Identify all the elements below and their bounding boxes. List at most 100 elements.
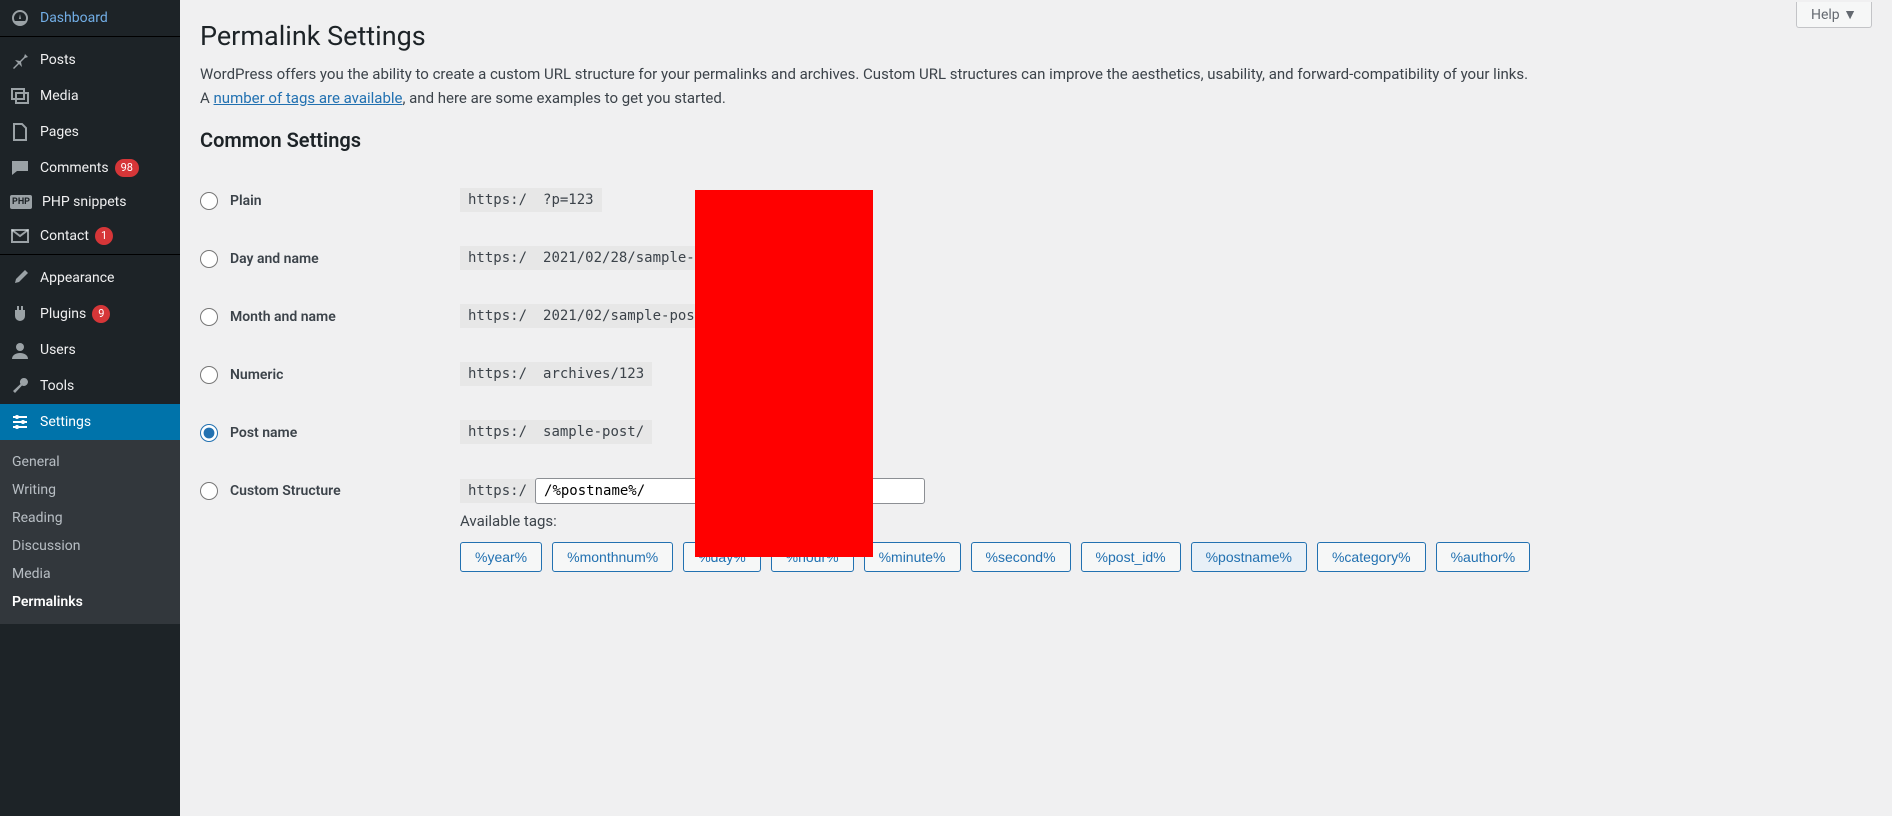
tag-author[interactable]: %author% — [1436, 542, 1531, 572]
radio-postname[interactable] — [200, 424, 218, 442]
contact-badge: 1 — [95, 227, 113, 245]
row-day-name: Day and name https:/2021/02/28/sample-po… — [200, 230, 1872, 288]
tag-second[interactable]: %second% — [971, 542, 1071, 572]
sliders-icon — [10, 412, 30, 432]
url-pre: https:/ — [460, 420, 535, 444]
sidebar-item-posts[interactable]: Posts — [0, 42, 180, 78]
page-icon — [10, 122, 30, 142]
comments-badge: 98 — [115, 159, 139, 177]
pin-icon — [10, 50, 30, 70]
url-post: archives/123 — [535, 362, 652, 386]
intro-link[interactable]: number of tags are available — [214, 89, 403, 107]
option-custom[interactable]: Custom Structure — [200, 482, 440, 500]
dashboard-icon — [10, 8, 30, 28]
sub-writing[interactable]: Writing — [0, 476, 180, 504]
row-postname: Post name https:/sample-post/ — [200, 404, 1872, 462]
tag-minute[interactable]: %minute% — [864, 542, 961, 572]
option-day-name[interactable]: Day and name — [200, 250, 440, 268]
settings-submenu: General Writing Reading Discussion Media… — [0, 440, 180, 624]
sidebar-label: Pages — [40, 124, 79, 140]
option-label: Day and name — [230, 251, 319, 267]
sidebar-label: Comments — [40, 160, 109, 176]
tag-year[interactable]: %year% — [460, 542, 542, 572]
url-pre: https:/ — [460, 246, 535, 270]
sidebar-item-media[interactable]: Media — [0, 78, 180, 114]
tag-category[interactable]: %category% — [1317, 542, 1426, 572]
option-label: Post name — [230, 425, 297, 441]
option-label: Custom Structure — [230, 483, 341, 499]
option-label: Month and name — [230, 309, 336, 325]
sidebar-label: Posts — [40, 52, 76, 68]
page-title: Permalink Settings — [200, 0, 1872, 62]
radio-custom[interactable] — [200, 482, 218, 500]
sidebar-item-settings[interactable]: Settings — [0, 404, 180, 440]
option-month-name[interactable]: Month and name — [200, 308, 440, 326]
url-post: ?p=123 — [535, 188, 602, 212]
plug-icon — [10, 304, 30, 324]
available-tags-label: Available tags: — [460, 512, 1862, 530]
media-icon — [10, 86, 30, 106]
option-label: Plain — [230, 193, 262, 209]
tag-monthnum[interactable]: %monthnum% — [552, 542, 673, 572]
option-plain[interactable]: Plain — [200, 192, 440, 210]
url-pre: https:/ — [460, 188, 535, 212]
option-label: Numeric — [230, 367, 283, 383]
sidebar-item-pages[interactable]: Pages — [0, 114, 180, 150]
tag-postname[interactable]: %postname% — [1191, 542, 1307, 572]
radio-month[interactable] — [200, 308, 218, 326]
row-plain: Plain https:/?p=123 — [200, 172, 1872, 230]
intro-text-b: , and here are some examples to get you … — [402, 89, 725, 107]
sidebar-item-appearance[interactable]: Appearance — [0, 260, 180, 296]
sidebar-item-plugins[interactable]: Plugins 9 — [0, 296, 180, 332]
user-icon — [10, 340, 30, 360]
help-tab[interactable]: Help ▼ — [1796, 2, 1872, 28]
option-numeric[interactable]: Numeric — [200, 366, 440, 384]
brush-icon — [10, 268, 30, 288]
url-pre: https:/ — [460, 304, 535, 328]
row-month-name: Month and name https:/2021/02/sample-pos… — [200, 288, 1872, 346]
sub-permalinks[interactable]: Permalinks — [0, 588, 180, 616]
wrench-icon — [10, 376, 30, 396]
sub-discussion[interactable]: Discussion — [0, 532, 180, 560]
redaction-block — [695, 190, 873, 557]
sub-general[interactable]: General — [0, 448, 180, 476]
tag-buttons: %year%%monthnum%%day%%hour%%minute%%seco… — [460, 542, 1862, 572]
radio-numeric[interactable] — [200, 366, 218, 384]
url-post: 2021/02/sample-post/ — [535, 304, 720, 328]
sidebar-item-php[interactable]: PHP PHP snippets — [0, 186, 180, 218]
sidebar-item-tools[interactable]: Tools — [0, 368, 180, 404]
admin-sidebar: Dashboard Posts Media Pages Comments 98 … — [0, 0, 180, 816]
sidebar-item-users[interactable]: Users — [0, 332, 180, 368]
url-pre: https:/ — [460, 362, 535, 386]
sidebar-item-contact[interactable]: Contact 1 — [0, 218, 180, 254]
content-area: Help ▼ Permalink Settings WordPress offe… — [180, 0, 1892, 816]
sidebar-label: Tools — [40, 378, 74, 394]
sub-reading[interactable]: Reading — [0, 504, 180, 532]
tag-post_id[interactable]: %post_id% — [1081, 542, 1181, 572]
sidebar-label: Dashboard — [40, 10, 108, 26]
section-heading: Common Settings — [200, 128, 1872, 152]
row-custom: Custom Structure https:/ Available tags:… — [200, 462, 1872, 588]
sidebar-item-comments[interactable]: Comments 98 — [0, 150, 180, 186]
sub-media[interactable]: Media — [0, 560, 180, 588]
sidebar-label: Appearance — [40, 270, 114, 286]
mail-icon — [10, 226, 30, 246]
row-numeric: Numeric https:/archives/123 — [200, 346, 1872, 404]
sidebar-label: Settings — [40, 414, 91, 430]
intro-paragraph: WordPress offers you the ability to crea… — [200, 62, 1540, 110]
permalink-options-table: Plain https:/?p=123 Day and name — [200, 172, 1872, 588]
comment-icon — [10, 158, 30, 178]
option-postname[interactable]: Post name — [200, 424, 440, 442]
radio-day[interactable] — [200, 250, 218, 268]
php-icon: PHP — [10, 195, 32, 209]
url-post: sample-post/ — [535, 420, 652, 444]
radio-plain[interactable] — [200, 192, 218, 210]
sidebar-label: PHP snippets — [42, 194, 126, 210]
sidebar-label: Contact — [40, 228, 89, 244]
plugins-badge: 9 — [92, 305, 110, 323]
sidebar-label: Media — [40, 88, 79, 104]
sidebar-label: Plugins — [40, 306, 86, 322]
sidebar-label: Users — [40, 342, 76, 358]
url-pre: https:/ — [460, 479, 535, 503]
sidebar-item-dashboard[interactable]: Dashboard — [0, 0, 180, 36]
